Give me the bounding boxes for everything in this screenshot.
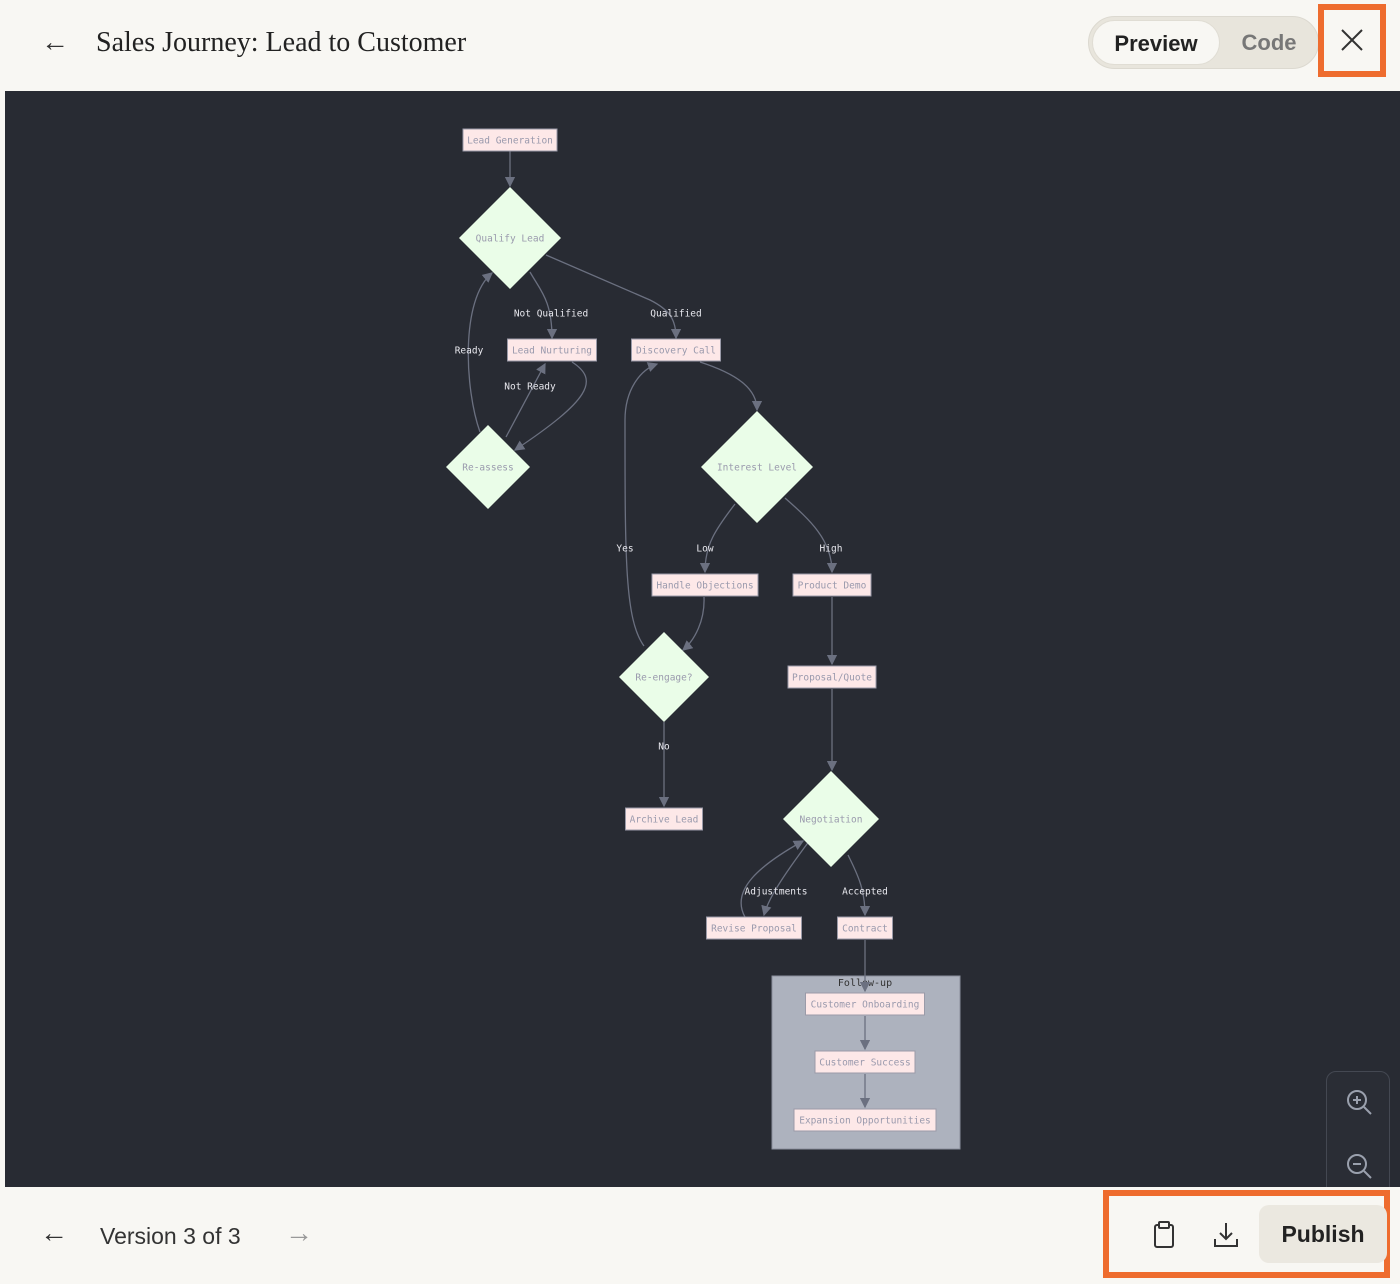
copy-button[interactable] [1149, 1220, 1179, 1250]
zoom-out-icon [1347, 1154, 1372, 1179]
next-version-icon[interactable]: → [285, 1217, 313, 1249]
expansion-opportunities-label: Expansion Opportunities [799, 1116, 931, 1127]
previous-version-icon[interactable]: ← [40, 1217, 68, 1249]
not-qualified-label: Not Qualified [514, 309, 588, 320]
flowchart: Follow-upLead GenerationLead Nurturing Di… [446, 128, 961, 1150]
negotiation-label: Negotiation [800, 815, 863, 826]
page-title: Sales Journey: Lead to Customer [96, 27, 467, 58]
zoom-in-button[interactable] [1337, 1080, 1381, 1124]
edge [761, 839, 811, 917]
tab-preview[interactable]: Preview [1092, 20, 1220, 65]
edge [740, 840, 805, 918]
edge [513, 361, 587, 451]
contract-label: Contract [842, 924, 888, 935]
download-button[interactable] [1211, 1220, 1241, 1250]
qualify-lead-label: Qualify Lead [476, 234, 545, 245]
download-icon [1214, 1223, 1238, 1247]
interest-level-label: Interest Level [717, 463, 797, 474]
lead-nurturing-label: Lead Nurturing [512, 346, 592, 357]
re-engage-label: Re-engage? [635, 673, 692, 684]
view-toggle: Preview Code [1088, 16, 1319, 69]
close-button[interactable] [1318, 4, 1386, 77]
handle-objections-label: Handle Objections [656, 581, 753, 592]
edge [699, 503, 736, 574]
accepted-label: Accepted [842, 887, 888, 898]
footer: ← Version 3 of 3 → Publish [5, 1187, 1400, 1284]
customer-success-label: Customer Success [819, 1058, 911, 1069]
back-arrow-icon[interactable]: ← [41, 28, 73, 58]
edge [545, 254, 682, 340]
re-assess-label: Re-assess [462, 463, 513, 474]
clipboard-icon [1154, 1221, 1174, 1248]
close-icon [1341, 29, 1363, 51]
zoom-out-button[interactable] [1337, 1144, 1381, 1188]
action-group: Publish [1103, 1190, 1390, 1278]
edge [699, 361, 763, 412]
diagram-canvas[interactable]: Follow-up Lead Generation Lead Nurturing Di… [5, 91, 1400, 1261]
customer-onboarding-label: Customer Onboarding [811, 1000, 920, 1011]
edge [529, 271, 558, 340]
proposal-quote-label: Proposal/Quote [792, 673, 872, 684]
edge [847, 854, 871, 917]
no-label: No [658, 742, 670, 753]
ready-label: Ready [455, 346, 484, 357]
edge [784, 497, 838, 574]
revise-proposal-label: Revise Proposal [711, 924, 797, 935]
high-label: High [820, 544, 843, 555]
lead-generation-label: Lead Generation [467, 136, 553, 147]
tab-code[interactable]: Code [1224, 20, 1314, 65]
adjustments-label: Adjustments [745, 887, 808, 898]
archive-lead-label: Archive Lead [630, 815, 699, 826]
low-label: Low [696, 544, 713, 555]
not-ready-label: Not Ready [504, 382, 556, 393]
edge [624, 362, 659, 647]
qualified-label: Qualified [650, 309, 701, 320]
yes-label: Yes [616, 544, 633, 555]
zoom-in-icon [1347, 1090, 1372, 1115]
edge [682, 596, 705, 651]
version-indicator: Version 3 of 3 [100, 1223, 241, 1249]
discovery-call-label: Discovery Call [636, 346, 716, 357]
product-demo-label: Product Demo [798, 581, 867, 592]
publish-button[interactable]: Publish [1259, 1205, 1387, 1263]
edge [505, 362, 546, 438]
header: ← Sales Journey: Lead to Customer Previe… [5, 0, 1400, 91]
